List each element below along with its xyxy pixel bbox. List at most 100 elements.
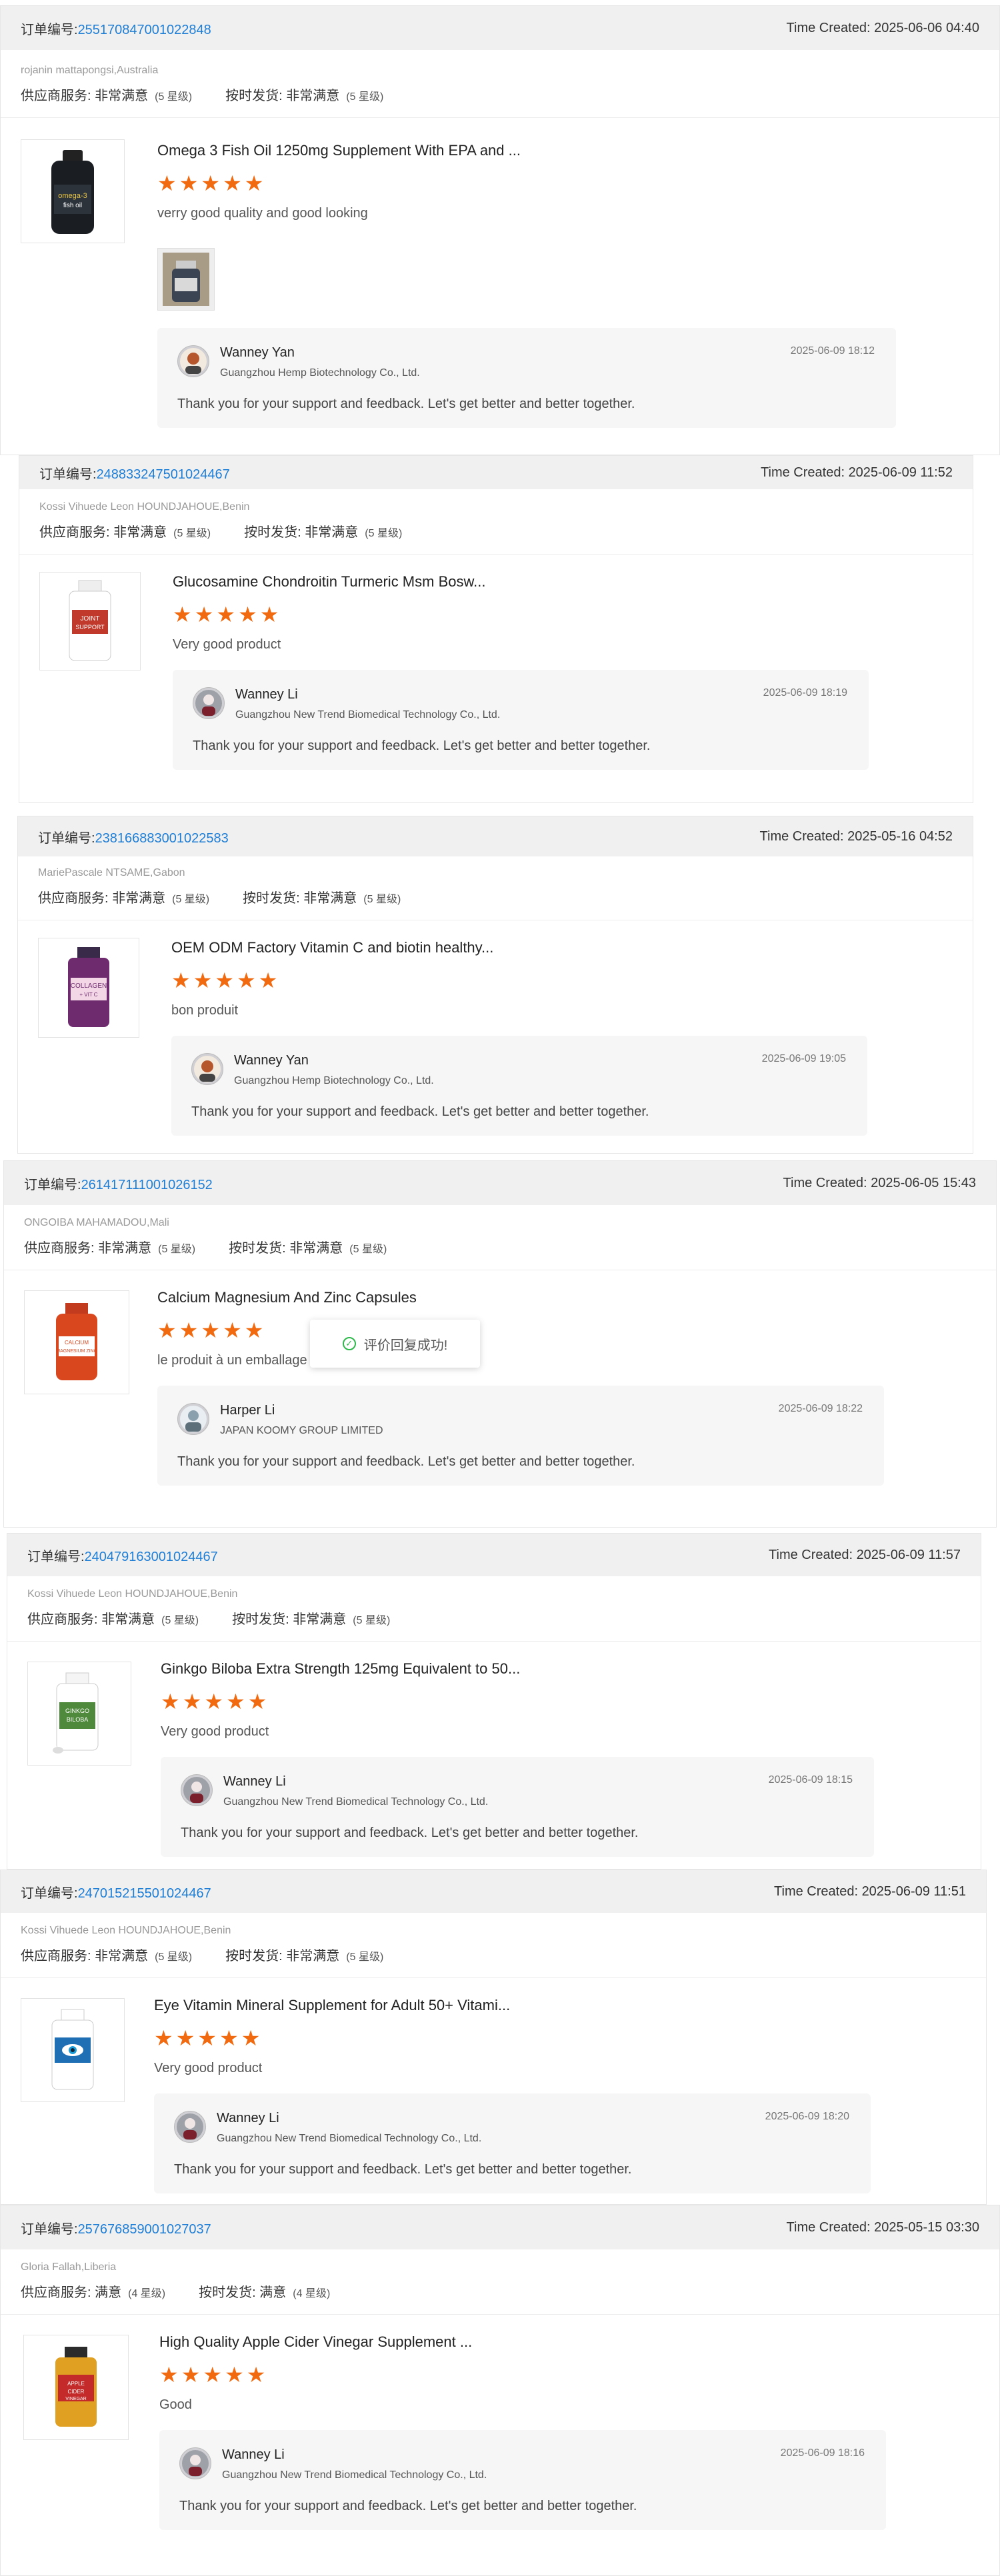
product-name[interactable]: Omega 3 Fish Oil 1250mg Supplement With … <box>157 142 979 159</box>
product-name[interactable]: Glucosamine Chondroitin Turmeric Msm Bos… <box>173 573 953 591</box>
order-number-link[interactable]: 248833247501024467 <box>97 467 230 482</box>
product-image[interactable]: GINKGO BILOBA <box>27 1662 131 1766</box>
reply-date: 2025-06-09 18:20 <box>765 2111 849 2122</box>
svg-text:BILOBA: BILOBA <box>67 1716 89 1723</box>
product-image[interactable]: APPLE CIDER VINEGAR <box>23 2335 129 2440</box>
review-body: GINKGO BILOBA Ginkgo Biloba Extra Strengt… <box>7 1642 981 1869</box>
time-created-label: Time Created: <box>786 20 871 35</box>
product-name[interactable]: Calcium Magnesium And Zinc Capsules <box>157 1289 976 1306</box>
reply-text: Thank you for your support and feedback.… <box>181 1826 639 1840</box>
buyer-name: MariePascale NTSAME,Gabon <box>38 867 185 878</box>
svg-text:omega-3: omega-3 <box>58 192 87 200</box>
order-card: 订单编号:240479163001024467 Time Created: 20… <box>7 1533 981 1870</box>
avatar <box>177 345 209 377</box>
seller-reply: Wanney Li Guangzhou New Trend Biomedical… <box>159 2430 886 2530</box>
time-created-value: 2025-06-09 11:51 <box>861 1884 966 1899</box>
reply-date: 2025-06-09 18:15 <box>768 1774 853 1786</box>
service-rating: 非常满意 <box>95 1949 149 1963</box>
time-created-value: 2025-06-06 04:40 <box>874 20 979 35</box>
order-header: 订单编号:255170847001022848 Time Created: 20… <box>1 6 999 50</box>
review-body: CALCIUM MAGNESIUM ZINC Calcium Magnesium … <box>4 1270 996 1506</box>
order-header: 订单编号:247015215501024467 Time Created: 20… <box>1 1870 986 1913</box>
product-name[interactable]: Eye Vitamin Mineral Supplement for Adult… <box>154 1997 966 2014</box>
time-created-value: 2025-05-15 03:30 <box>874 2219 979 2235</box>
order-number-link[interactable]: 255170847001022848 <box>78 23 211 37</box>
reply-company: JAPAN KOOMY GROUP LIMITED <box>220 1425 383 1436</box>
product-image[interactable] <box>21 1998 125 2102</box>
reply-company: Guangzhou New Trend Biomedical Technolog… <box>235 709 501 720</box>
product-image[interactable]: omega-3 fish oil <box>21 139 125 243</box>
review-body: omega-3 fish oil Omega 3 Fish Oil 1250mg … <box>1 118 999 448</box>
avatar <box>193 687 225 719</box>
ratings-line: 供应商服务: 非常满意 (5 星级) 按时发货: 非常满意 (5 星级) <box>1 1937 986 1978</box>
avatar <box>191 1053 223 1085</box>
order-number-link[interactable]: 257676859001027037 <box>78 2222 211 2237</box>
order-no-label: 订单编号: <box>21 22 78 37</box>
ratings-line: 供应商服务: 非常满意 (5 星级) 按时发货: 非常满意 (5 星级) <box>1 77 999 118</box>
delivery-rating: 非常满意 <box>293 1612 347 1627</box>
review-text: Very good product <box>154 2061 263 2075</box>
reply-company: Guangzhou New Trend Biomedical Technolog… <box>217 2133 482 2144</box>
time-created-value: 2025-06-09 11:57 <box>856 1547 961 1562</box>
order-card: 订单编号:248833247501024467 Time Created: 20… <box>19 455 973 803</box>
order-header: 订单编号:261417111001026152 Time Created: 20… <box>4 1161 996 1205</box>
order-number-link[interactable]: 261417111001026152 <box>81 1178 213 1192</box>
svg-text:GINKGO: GINKGO <box>65 1708 89 1714</box>
avatar <box>177 1403 209 1435</box>
order-number-link[interactable]: 240479163001024467 <box>85 1550 218 1564</box>
product-image[interactable]: JOINT SUPPORT <box>39 572 141 670</box>
svg-text:COLLAGEN: COLLAGEN <box>71 982 107 990</box>
review-text: bon produit <box>171 1003 239 1018</box>
delivery-rating: 非常满意 <box>289 1241 343 1256</box>
reply-author: Wanney Yan <box>234 1053 309 1068</box>
service-rating: 非常满意 <box>95 89 149 103</box>
delivery-rating: 满意 <box>259 2285 287 2300</box>
order-number-link[interactable]: 238166883001022583 <box>95 831 229 846</box>
order-card: 订单编号:238166883001022583 Time Created: 20… <box>17 816 973 1154</box>
star-rating: ★★★★★ <box>157 1318 267 1342</box>
seller-reply: Wanney Yan Guangzhou Hemp Biotechnology … <box>157 328 896 428</box>
order-header: 订单编号:240479163001024467 Time Created: 20… <box>7 1534 981 1576</box>
product-image[interactable]: COLLAGEN + VIT C <box>38 938 139 1038</box>
delivery-rating: 非常满意 <box>305 525 359 540</box>
ratings-line: 供应商服务: 非常满意 (5 星级) 按时发货: 非常满意 (5 星级) <box>19 513 973 555</box>
svg-text:APPLE: APPLE <box>67 2381 85 2387</box>
buyer-name: Kossi Vihuede Leon HOUNDJAHOUE,Benin <box>39 501 250 513</box>
svg-text:CALCIUM: CALCIUM <box>65 1340 89 1346</box>
order-number-link[interactable]: 247015215501024467 <box>78 1886 211 1901</box>
product-name[interactable]: High Quality Apple Cider Vinegar Supplem… <box>159 2333 979 2351</box>
reply-text: Thank you for your support and feedback.… <box>193 738 651 753</box>
product-name[interactable]: Ginkgo Biloba Extra Strength 125mg Equiv… <box>161 1660 961 1678</box>
star-rating: ★★★★★ <box>161 1690 270 1714</box>
seller-reply: Wanney Li Guangzhou New Trend Biomedical… <box>173 670 869 770</box>
service-rating: 非常满意 <box>113 525 167 540</box>
service-rating: 满意 <box>95 2285 122 2300</box>
service-rating: 非常满意 <box>112 891 166 906</box>
reply-date: 2025-06-09 18:12 <box>790 345 875 357</box>
star-rating: ★★★★★ <box>159 2363 269 2387</box>
svg-text:VINEGAR: VINEGAR <box>65 2397 87 2401</box>
ratings-line: 供应商服务: 非常满意 (5 星级) 按时发货: 非常满意 (5 星级) <box>4 1229 996 1270</box>
reply-text: Thank you for your support and feedback.… <box>177 397 635 411</box>
svg-text:MAGNESIUM ZINC: MAGNESIUM ZINC <box>56 1349 97 1354</box>
product-image[interactable]: CALCIUM MAGNESIUM ZINC <box>24 1290 129 1394</box>
review-body: Eye Vitamin Mineral Supplement for Adult… <box>1 1978 986 2204</box>
svg-text:+ VIT C: + VIT C <box>79 992 97 998</box>
avatar <box>179 2447 211 2479</box>
order-card: 订单编号:255170847001022848 Time Created: 20… <box>0 5 1000 455</box>
reply-author: Harper Li <box>220 1403 275 1418</box>
svg-text:CIDER: CIDER <box>68 2389 85 2395</box>
buyer-name: Kossi Vihuede Leon HOUNDJAHOUE,Benin <box>27 1588 238 1600</box>
check-circle-icon: ✓ <box>342 1337 356 1350</box>
star-rating: ★★★★★ <box>173 603 282 627</box>
ratings-line: 供应商服务: 非常满意 (5 星级) 按时发货: 非常满意 (5 星级) <box>7 1600 981 1642</box>
review-text: verry good quality and good looking <box>157 206 368 221</box>
product-name[interactable]: OEM ODM Factory Vitamin C and biotin hea… <box>171 939 953 956</box>
reply-text: Thank you for your support and feedback.… <box>191 1104 649 1119</box>
review-text: le produit à un emballage super comme su… <box>157 1353 469 1368</box>
review-photo[interactable] <box>157 248 215 311</box>
reply-date: 2025-06-09 18:16 <box>780 2447 865 2459</box>
success-toast: ✓ 评价回复成功! <box>310 1320 480 1368</box>
seller-reply: Wanney Yan Guangzhou Hemp Biotechnology … <box>171 1036 867 1136</box>
order-header: 订单编号:257676859001027037 Time Created: 20… <box>1 2205 999 2249</box>
